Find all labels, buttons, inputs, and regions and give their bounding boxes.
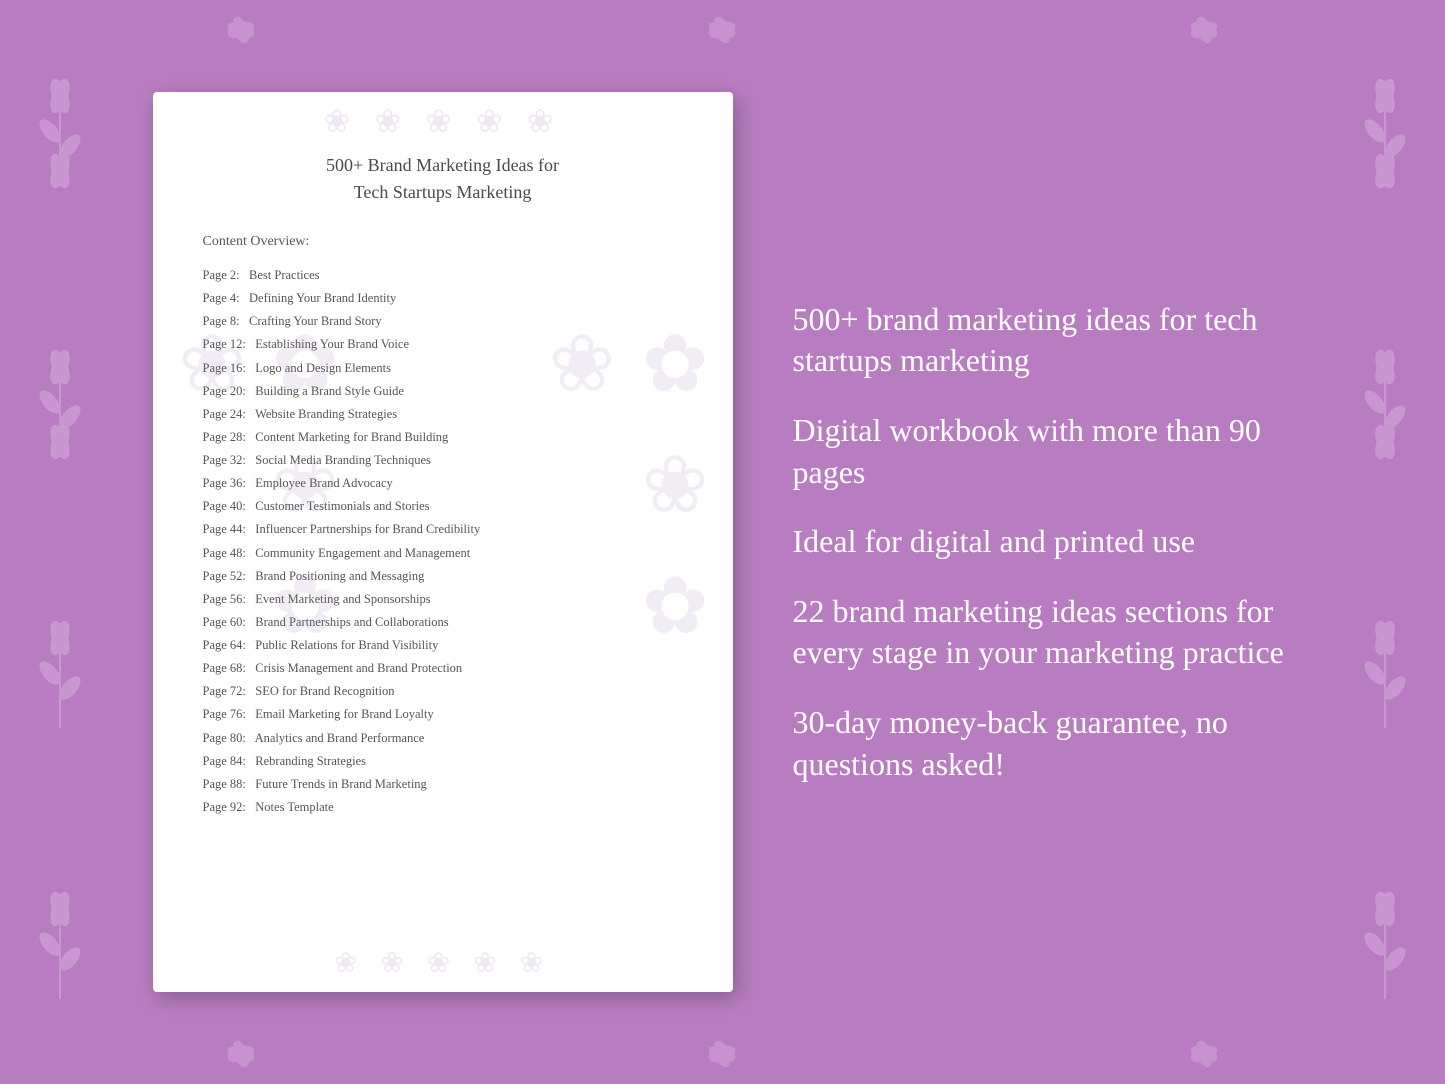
list-item: Page 4: Defining Your Brand Identity xyxy=(203,287,683,310)
feature-5: 30-day money-back guarantee, no question… xyxy=(793,702,1293,785)
feature-1: 500+ brand marketing ideas for tech star… xyxy=(793,299,1293,382)
toc-header: Content Overview: xyxy=(203,234,683,250)
document-title: 500+ Brand Marketing Ideas for Tech Star… xyxy=(203,152,683,206)
feature-3: Ideal for digital and printed use xyxy=(793,521,1293,563)
list-item: Page 2: Best Practices xyxy=(203,264,683,287)
doc-header-decoration: ❀ ❀ ❀ ❀ ❀ xyxy=(323,102,561,140)
list-item: Page 88: Future Trends in Brand Marketin… xyxy=(203,773,683,796)
doc-side-decoration-left: ✿ ❀ ✿ ❀ xyxy=(165,317,351,767)
feature-4: 22 brand marketing ideas sections for ev… xyxy=(793,591,1293,674)
right-features: 500+ brand marketing ideas for tech star… xyxy=(793,299,1293,785)
main-content: ❀ ❀ ❀ ❀ ❀ ✿ ❀ ✿ ❀ ✿ ❀ ✿ ❀ 500+ Brand Mar… xyxy=(0,0,1445,1084)
feature-2: Digital workbook with more than 90 pages xyxy=(793,410,1293,493)
list-item: Page 92: Notes Template xyxy=(203,796,683,819)
doc-side-decoration-right: ✿ ❀ ✿ ❀ xyxy=(535,317,721,767)
document-preview: ❀ ❀ ❀ ❀ ❀ ✿ ❀ ✿ ❀ ✿ ❀ ✿ ❀ 500+ Brand Mar… xyxy=(153,92,733,992)
doc-footer-decoration: ❀ ❀ ❀ ❀ ❀ xyxy=(334,946,551,980)
